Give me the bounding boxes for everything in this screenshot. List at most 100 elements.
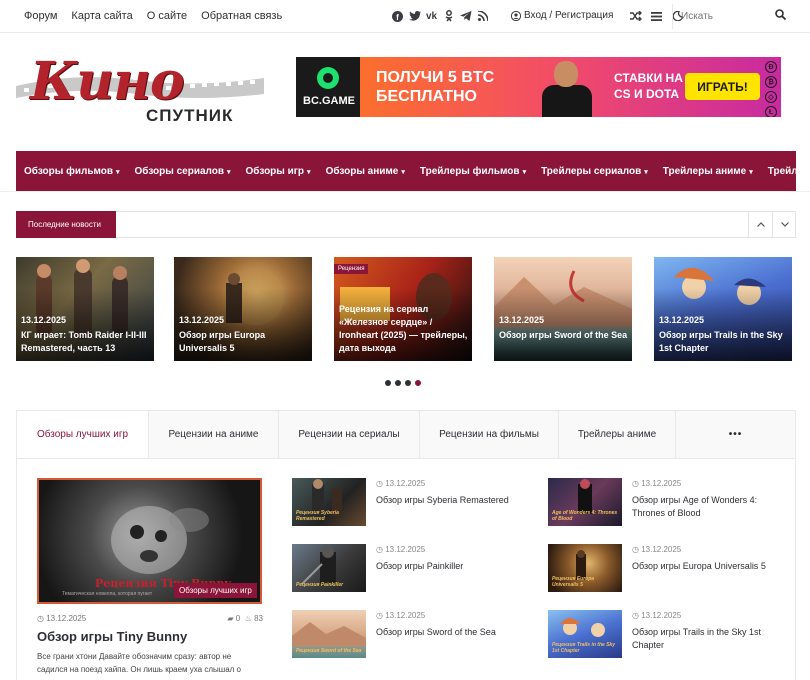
list-item[interactable]: Рецензия Europa Universalis 5 ◷ 13.12.20… <box>548 544 788 600</box>
list-item-thumbnail: Рецензия Trails in the Sky 1st Chapter <box>548 610 622 658</box>
top-link-forum[interactable]: Форум <box>24 10 57 22</box>
nav-anime-trailers[interactable]: Трейлеры аниме ▾ <box>663 166 753 177</box>
menu-icon[interactable] <box>648 9 665 23</box>
list-item-thumbnail: Age of Wonders 4: Thrones of Blood <box>548 478 622 526</box>
slide-date: 13.12.2025 <box>499 315 545 325</box>
ticker-prev-button[interactable] <box>748 211 772 238</box>
list-item[interactable]: Рецензия Sword of the Sea ◷ 13.12.2025 О… <box>292 610 532 666</box>
tab-series-reviews[interactable]: Рецензии на сериалы <box>279 411 420 458</box>
top-links: Форум Карта сайта О сайте Обратная связь <box>24 10 282 22</box>
slide-title: Рецензия на сериал «Железное сердце» / I… <box>339 304 468 353</box>
featured-date: ◷ 13.12.2025 <box>37 614 87 623</box>
nav-series-reviews[interactable]: Обзоры сериалов ▾ <box>135 166 231 177</box>
slider-dot[interactable] <box>405 380 411 386</box>
top-link-sitemap[interactable]: Карта сайта <box>71 10 132 22</box>
bc-game-logo: BC.GAME <box>296 57 360 117</box>
clock-icon: ◷ <box>632 611 642 620</box>
featured-category-badge[interactable]: Обзоры лучших игр <box>174 583 257 598</box>
ticker-next-button[interactable] <box>772 211 796 238</box>
list-item-title[interactable]: Обзор игры Age of Wonders 4: Thrones of … <box>632 494 782 520</box>
slider-dot[interactable] <box>385 380 391 386</box>
tab-more-button[interactable]: ••• <box>676 411 795 458</box>
tab-anime-reviews[interactable]: Рецензии на аниме <box>149 411 279 458</box>
nav-divider <box>0 191 810 192</box>
rss-icon[interactable] <box>474 9 491 23</box>
list-item[interactable]: Age of Wonders 4: Thrones of Blood ◷ 13.… <box>548 478 788 534</box>
ticker-label: Последние новости <box>16 211 116 238</box>
chevron-down-icon <box>780 222 789 227</box>
featured-image-subcaption: Тематическая новелла, которая пугает <box>62 591 153 597</box>
featured-stats: ▰ 0 ♨ 83 <box>227 614 263 623</box>
slider-dot[interactable] <box>395 380 401 386</box>
slide-card[interactable]: 13.12.2025 КГ играет: Tomb Raider I-II-I… <box>16 257 154 361</box>
main-nav: Обзоры фильмов ▾ Обзоры сериалов ▾ Обзоры … <box>16 151 810 191</box>
list-item-title[interactable]: Обзор игры Trails in the Sky 1st Chapter <box>632 626 782 652</box>
nav-game-trailers[interactable]: Трейлеры игр▾ <box>768 166 810 177</box>
tab-movie-reviews[interactable]: Рецензии на фильмы <box>420 411 559 458</box>
slide-title: Обзор игры Sword of the Sea <box>499 330 628 340</box>
ad-banner[interactable]: BC.GAME ПОЛУЧИ 5 BTC БЕСПЛАТНО СТАВКИ НА… <box>296 57 781 117</box>
nav-series-trailers[interactable]: Трейлеры сериалов ▾ <box>541 166 648 177</box>
search-input[interactable] <box>673 4 769 28</box>
slide-title: Обзор игры Europa Universalis 5 <box>179 330 266 353</box>
list-item-title[interactable]: Обзор игры Europa Universalis 5 <box>632 560 782 573</box>
slide-card[interactable]: 13.12.2025 Обзор игры Europa Universalis… <box>174 257 312 361</box>
nav-anime-reviews[interactable]: Обзоры аниме ▾ <box>326 166 405 177</box>
nav-game-reviews[interactable]: Обзоры игр ▾ <box>246 166 311 177</box>
clock-icon: ◷ <box>376 545 386 554</box>
list-item[interactable]: Рецензия Trails in the Sky 1st Chapter ◷… <box>548 610 788 666</box>
odnoklassniki-icon[interactable] <box>440 9 457 23</box>
slider-dot-active[interactable] <box>415 380 421 386</box>
banner-crypto-icons: Ð ₿ ◇ Ł <box>765 61 779 117</box>
slide-date: 13.12.2025 <box>659 315 705 325</box>
login-link[interactable]: Вход / Регистрация <box>511 10 613 21</box>
site-logo[interactable]: Кино СПУТНИК <box>16 52 264 128</box>
social-icons: f vk <box>389 9 491 23</box>
list-item[interactable]: Рецензия Painkiller ◷ 13.12.2025 Обзор и… <box>292 544 532 600</box>
list-item-title[interactable]: Обзор игры Painkiller <box>376 560 526 573</box>
list-item-title[interactable]: Обзор игры Sword of the Sea <box>376 626 526 639</box>
clock-icon: ◷ <box>632 479 642 488</box>
list-item-thumbnail: Рецензия Painkiller <box>292 544 366 592</box>
search-icon[interactable] <box>775 9 786 20</box>
banner-cta-button[interactable]: ИГРАТЬ! <box>685 73 760 100</box>
slide-card[interactable]: 13.12.2025 Обзор игры Sword of the Sea <box>494 257 632 361</box>
login-label: Вход / Регистрация <box>524 10 614 21</box>
tab-best-game-reviews[interactable]: Обзоры лучших игр <box>17 411 149 458</box>
top-link-feedback[interactable]: Обратная связь <box>201 10 282 22</box>
random-icon[interactable] <box>627 9 644 23</box>
facebook-icon[interactable]: f <box>389 9 406 23</box>
slide-date: 13.12.2025 <box>21 315 67 325</box>
svg-text:f: f <box>396 13 399 22</box>
slide-card[interactable]: Рецензия Рецензия на сериал «Железное се… <box>334 257 472 361</box>
list-item-date: ◷ 13.12.2025 <box>376 611 426 620</box>
list-item-title[interactable]: Обзор игры Syberia Remastered <box>376 494 526 507</box>
list-item-date: ◷ 13.12.2025 <box>632 611 682 620</box>
featured-excerpt: Все грани хтони Давайте обозначим сразу:… <box>37 652 241 674</box>
top-bar: Форум Карта сайта О сайте Обратная связь… <box>0 0 810 33</box>
telegram-icon[interactable] <box>457 9 474 23</box>
featured-title[interactable]: Обзор игры Tiny Bunny <box>37 629 187 644</box>
twitter-icon[interactable] <box>406 9 423 23</box>
nav-movie-reviews[interactable]: Обзоры фильмов ▾ <box>24 166 120 177</box>
news-ticker: Последние новости <box>16 211 796 238</box>
list-item-date: ◷ 13.12.2025 <box>376 479 426 488</box>
vk-icon[interactable]: vk <box>423 9 440 23</box>
news-slider: 13.12.2025 КГ играет: Tomb Raider I-II-I… <box>16 257 810 362</box>
tab-bar: Обзоры лучших игр Рецензии на аниме Реце… <box>17 411 795 459</box>
slide-tag: Рецензия <box>334 264 369 274</box>
top-link-about[interactable]: О сайте <box>147 10 187 22</box>
clock-icon: ◷ <box>376 611 386 620</box>
banner-line2: БЕСПЛАТНО <box>376 88 477 105</box>
featured-meta: ◷ 13.12.2025 ▰ 0 ♨ 83 <box>37 614 263 623</box>
list-item-date: ◷ 13.12.2025 <box>632 545 682 554</box>
nav-movie-trailers[interactable]: Трейлеры фильмов ▾ <box>420 166 526 177</box>
list-item[interactable]: Рецензия Syberia Remastered ◷ 13.12.2025… <box>292 478 532 534</box>
banner-line1: ПОЛУЧИ 5 BTC <box>376 69 495 86</box>
slide-date: 13.12.2025 <box>179 315 225 325</box>
page: Форум Карта сайта О сайте Обратная связь… <box>0 0 810 680</box>
tab-anime-trailers[interactable]: Трейлеры аниме <box>559 411 676 458</box>
logo-subtitle: СПУТНИК <box>146 106 234 125</box>
slide-card[interactable]: 13.12.2025 Обзор игры Trails in the Sky … <box>654 257 792 361</box>
clock-icon: ◷ <box>632 545 642 554</box>
